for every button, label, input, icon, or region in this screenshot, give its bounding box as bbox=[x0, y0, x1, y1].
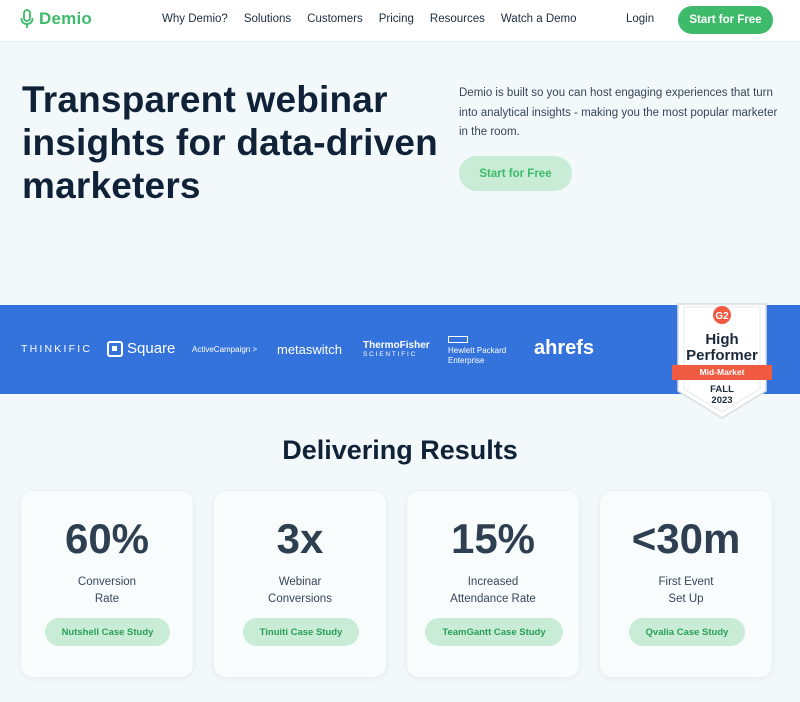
hpe-logo-line2: Enterprise bbox=[448, 355, 485, 365]
nav-link-watch-demo[interactable]: Watch a Demo bbox=[501, 13, 577, 25]
top-navigation: Demio Why Demio? Solutions Customers Pri… bbox=[0, 0, 800, 42]
microphone-icon bbox=[20, 9, 34, 29]
activecampaign-logo: ActiveCampaign > bbox=[192, 345, 258, 354]
badge-year: 2023 bbox=[711, 395, 733, 406]
start-free-nav-button[interactable]: Start for Free bbox=[678, 6, 773, 34]
result-label: First Event Set Up bbox=[600, 574, 772, 607]
hpe-logo: Hewlett Packard Enterprise bbox=[448, 336, 506, 365]
badge-title-line1: High bbox=[705, 331, 739, 348]
result-label: Conversion Rate bbox=[21, 574, 193, 607]
results-section-title: Delivering Results bbox=[282, 435, 518, 465]
thermofisher-logo-line1: ThermoFisher bbox=[363, 340, 430, 351]
result-label-line1: Webinar bbox=[278, 576, 322, 588]
result-label-line2: Attendance Rate bbox=[450, 592, 536, 605]
badge-season: FALL bbox=[710, 384, 734, 395]
nav-link-customers[interactable]: Customers bbox=[307, 13, 363, 25]
square-logo: Square bbox=[107, 340, 175, 357]
login-link[interactable]: Login bbox=[626, 13, 654, 25]
badge-segment-ribbon: Mid-Market bbox=[699, 367, 745, 377]
result-label: Increased Attendance Rate bbox=[407, 574, 579, 607]
hpe-logo-icon bbox=[448, 336, 468, 343]
badge-title-line2: Performer bbox=[686, 347, 758, 364]
hero-description: Demio is built so you can host engaging … bbox=[459, 87, 778, 138]
teamgantt-case-study-button[interactable]: TeamGantt Case Study bbox=[425, 618, 563, 646]
result-label-line1: Conversion bbox=[77, 576, 137, 588]
ahrefs-logo: ahrefs bbox=[534, 337, 595, 359]
result-label-line2: Rate bbox=[94, 592, 120, 605]
nav-link-resources[interactable]: Resources bbox=[430, 13, 485, 25]
result-card-webinar: 3x Webinar Conversions Tinuiti Case Stud… bbox=[214, 491, 386, 677]
nav-link-pricing[interactable]: Pricing bbox=[379, 13, 414, 25]
metaswitch-logo: metaswitch bbox=[277, 342, 343, 357]
result-stat: 60% bbox=[64, 515, 150, 562]
thinkific-logo: THINKIFIC bbox=[21, 343, 93, 355]
svg-text:G2: G2 bbox=[715, 311, 729, 322]
result-stat: 15% bbox=[450, 515, 536, 562]
g2-high-performer-badge: G2 High Performer Mid-Market FALL 2023 bbox=[672, 303, 772, 421]
square-logo-icon bbox=[107, 340, 123, 357]
result-stat: 3x bbox=[276, 515, 324, 562]
result-label-line1: First Event bbox=[658, 576, 714, 588]
result-card-conversion: 60% Conversion Rate Nutshell Case Study bbox=[21, 491, 193, 677]
thermofisher-logo-line2: SCIENTIFIC bbox=[363, 351, 418, 358]
logo-text: Demio bbox=[39, 9, 92, 28]
square-logo-text: Square bbox=[127, 340, 176, 357]
qvalia-case-study-button[interactable]: Qvalia Case Study bbox=[629, 618, 745, 646]
result-label-line2: Conversions bbox=[268, 592, 332, 605]
nav-links: Why Demio? Solutions Customers Pricing R… bbox=[162, 13, 593, 25]
demio-logo[interactable]: Demio bbox=[20, 9, 92, 29]
nav-link-solutions[interactable]: Solutions bbox=[244, 13, 291, 25]
result-card-attendance: 15% Increased Attendance Rate TeamGantt … bbox=[407, 491, 579, 677]
nutshell-case-study-button[interactable]: Nutshell Case Study bbox=[45, 618, 170, 646]
hero-title: Transparent webinar insights for data-dr… bbox=[22, 79, 438, 206]
result-label: Webinar Conversions bbox=[214, 574, 386, 607]
result-card-first-event: <30m First Event Set Up Qvalia Case Stud… bbox=[600, 491, 772, 677]
thermofisher-logo: ThermoFisher SCIENTIFIC bbox=[363, 341, 430, 359]
result-stat: <30m bbox=[631, 515, 741, 562]
hpe-logo-line1: Hewlett Packard bbox=[448, 346, 507, 355]
result-label-line2: Set Up bbox=[668, 592, 704, 605]
tinuiti-case-study-button[interactable]: Tinuiti Case Study bbox=[243, 618, 359, 646]
start-free-hero-button[interactable]: Start for Free bbox=[459, 156, 572, 191]
nav-link-why-demio[interactable]: Why Demio? bbox=[162, 13, 228, 25]
result-label-line1: Increased bbox=[467, 576, 519, 588]
